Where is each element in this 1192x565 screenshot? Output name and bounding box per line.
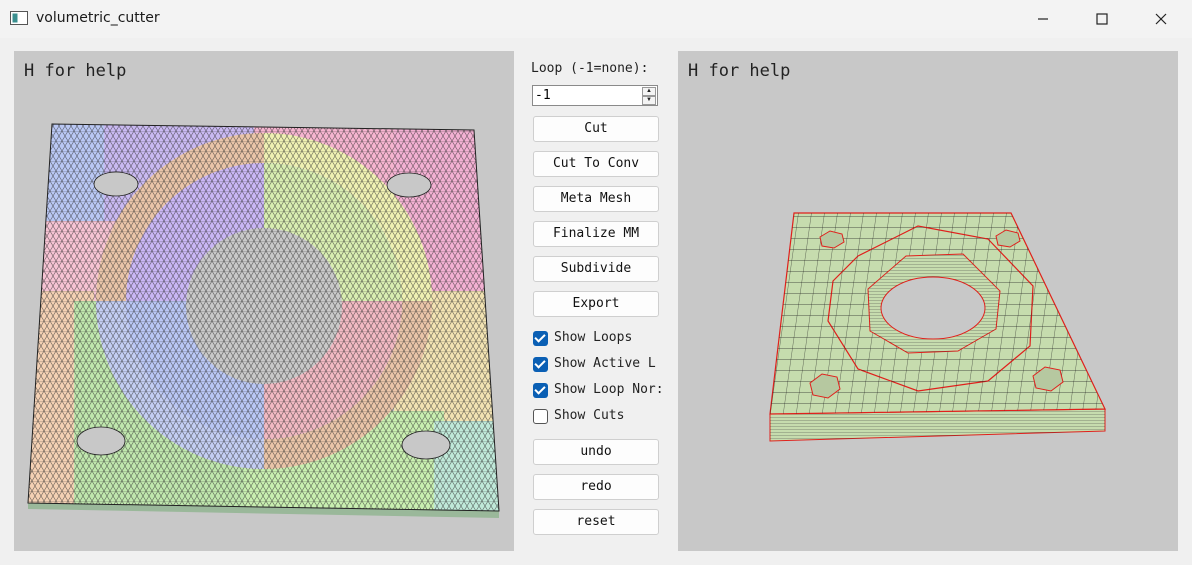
- spin-up-icon[interactable]: ▲: [642, 87, 656, 96]
- tet-mesh-render: [27, 123, 500, 518]
- left-3d-viewport[interactable]: H for help: [14, 51, 514, 551]
- show-loops-checkbox[interactable]: Show Loops: [533, 330, 661, 348]
- checkbox-unchecked-icon: [533, 409, 548, 424]
- checkbox-checked-icon: [533, 331, 548, 346]
- finalize-mm-button[interactable]: Finalize MM: [533, 221, 659, 247]
- loop-input[interactable]: [535, 87, 635, 104]
- subdivide-button[interactable]: Subdivide: [533, 256, 659, 282]
- title-bar: volumetric_cutter: [0, 0, 1192, 38]
- right-3d-viewport[interactable]: H for help: [678, 51, 1178, 551]
- reset-button[interactable]: reset: [533, 509, 659, 535]
- checkbox-checked-icon: [533, 383, 548, 398]
- cut-to-conv-button[interactable]: Cut To Conv: [533, 151, 659, 177]
- show-loops-label: Show Loops: [554, 330, 633, 345]
- spin-down-icon[interactable]: ▼: [642, 96, 656, 105]
- close-icon: [1155, 13, 1167, 25]
- show-cuts-checkbox[interactable]: Show Cuts: [533, 408, 661, 426]
- hex-mesh-render: [769, 212, 1106, 442]
- show-active-label: Show Active L: [554, 356, 656, 371]
- show-loop-normals-label: Show Loop Nor:: [554, 382, 661, 397]
- window-title: volumetric_cutter: [36, 10, 160, 26]
- show-cuts-label: Show Cuts: [554, 408, 625, 423]
- meta-mesh-button[interactable]: Meta Mesh: [533, 186, 659, 212]
- show-active-loop-checkbox[interactable]: Show Active L: [533, 356, 661, 374]
- cut-button[interactable]: Cut: [533, 116, 659, 142]
- show-loop-normals-checkbox[interactable]: Show Loop Nor:: [533, 382, 661, 400]
- loop-spinbox[interactable]: ▲ ▼: [532, 85, 658, 106]
- maximize-button[interactable]: [1079, 0, 1125, 38]
- maximize-icon: [1096, 13, 1108, 25]
- minimize-button[interactable]: [1020, 0, 1066, 38]
- app-icon: [10, 11, 28, 25]
- export-button[interactable]: Export: [533, 291, 659, 317]
- checkbox-checked-icon: [533, 357, 548, 372]
- undo-button[interactable]: undo: [533, 439, 659, 465]
- minimize-icon: [1038, 18, 1048, 20]
- close-button[interactable]: [1138, 0, 1184, 38]
- loop-label: Loop (-1=none):: [531, 61, 649, 76]
- redo-button[interactable]: redo: [533, 474, 659, 500]
